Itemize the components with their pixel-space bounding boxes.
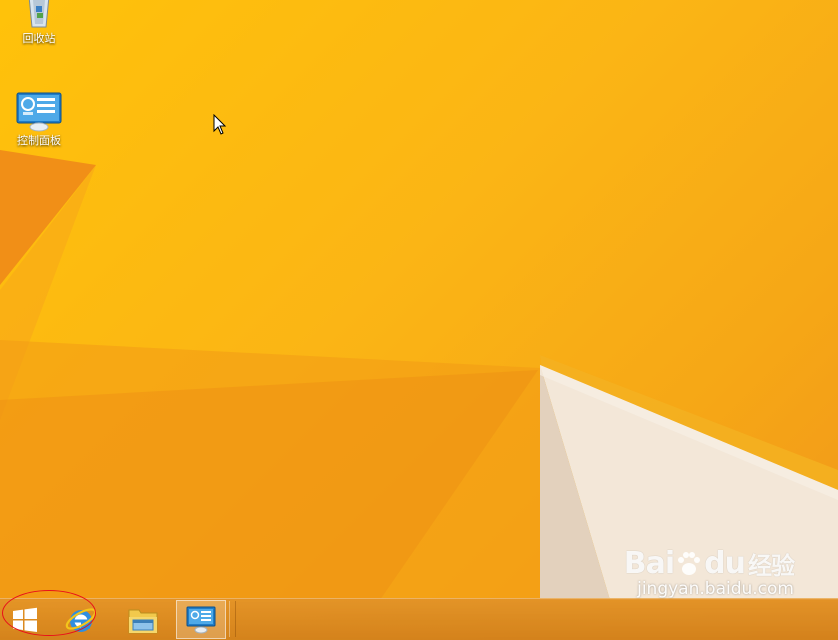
- taskbar-separator: [229, 601, 236, 637]
- desktop-icon-control-panel[interactable]: 控制面板: [8, 92, 70, 147]
- desktop-icon-label: 回收站: [22, 32, 56, 45]
- paw-icon: [678, 551, 701, 575]
- mouse-cursor-icon: [213, 114, 227, 135]
- watermark-site: jingyan.baidu.com: [637, 579, 794, 599]
- folder-icon: [128, 609, 158, 633]
- recycle-bin-icon: [28, 0, 50, 28]
- taskbar-file-explorer[interactable]: [118, 600, 168, 639]
- annotation-ellipse: [2, 590, 96, 636]
- baidu-jingyan-watermark: Bai du 经验 jingyan.baidu.com: [623, 546, 795, 599]
- taskbar: [0, 598, 838, 640]
- desktop-wallpaper: [0, 150, 838, 600]
- desktop-icon-label: 控制面板: [17, 134, 61, 147]
- desktop-icon-recycle-bin[interactable]: 回收站: [8, 0, 70, 45]
- taskbar-control-panel[interactable]: [176, 600, 226, 639]
- watermark-brand-cn: 经验: [748, 552, 795, 580]
- watermark-brand-left: Bai: [623, 546, 675, 581]
- watermark-brand-right: du: [704, 546, 746, 581]
- control-panel-icon: [186, 606, 216, 633]
- control-panel-icon: [16, 92, 62, 132]
